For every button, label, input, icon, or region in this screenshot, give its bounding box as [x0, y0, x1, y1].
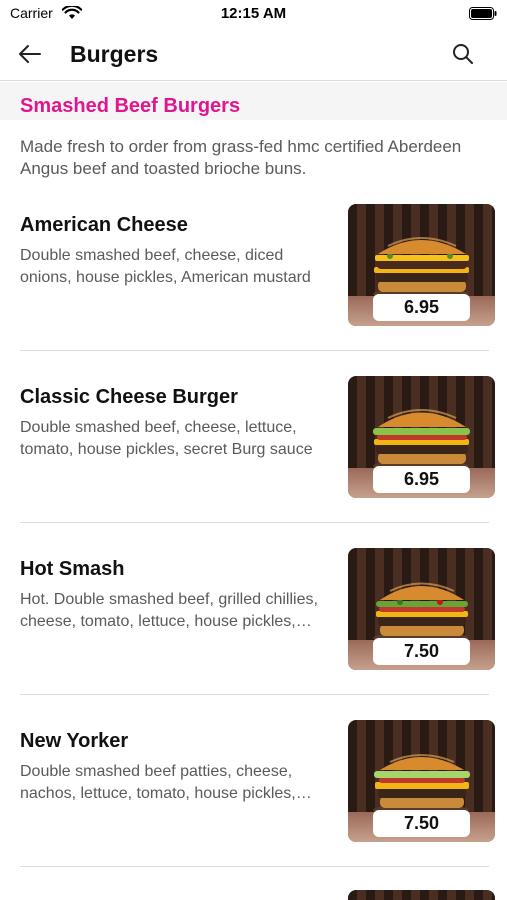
section-title: Smashed Beef Burgers: [20, 95, 241, 117]
price-tag: 6.95: [373, 294, 470, 321]
arrow-left-icon: [19, 45, 41, 63]
item-description: Hot. Double smashed beef, grilled chilli…: [20, 591, 318, 630]
battery-icon: [469, 7, 497, 20]
burger-image-icon: [373, 582, 469, 644]
menu-item[interactable]: Hot Smash Hot. Double smashed beef, gril…: [0, 548, 507, 720]
search-icon: [453, 44, 473, 64]
section-description: Made fresh to order from grass-fed hmc c…: [20, 137, 462, 178]
price-tag: 7.50: [373, 810, 470, 837]
menu-item[interactable]: New Yorker Double smashed beef patties, …: [0, 720, 507, 892]
item-name: American Cheese: [20, 214, 188, 236]
navigation-bar: Burgers: [0, 28, 507, 81]
clock: 12:15 AM: [220, 5, 287, 22]
burger-photo: 7.50: [348, 720, 495, 842]
divider: [20, 694, 489, 695]
item-name: Hot Smash: [20, 558, 125, 580]
burger-photo: 7.50: [348, 548, 495, 670]
item-description: Double smashed beef, cheese, lettuce, to…: [20, 419, 313, 458]
item-description: Double smashed beef patties, cheese, nac…: [20, 763, 296, 802]
price-tag: 7.50: [373, 638, 470, 665]
menu-item[interactable]: American Cheese Double smashed beef, che…: [0, 204, 507, 376]
menu-item[interactable]: Classic Cheese Burger Double smashed bee…: [0, 376, 507, 548]
divider: [20, 522, 489, 523]
divider: [20, 350, 489, 351]
burger-photo: [348, 890, 495, 900]
burger-image-icon: [373, 409, 470, 472]
burger-image-icon: [373, 237, 469, 300]
search-button[interactable]: [449, 40, 477, 68]
burger-photo: 6.95: [348, 204, 495, 326]
status-bar: Carrier 12:15 AM: [0, 0, 507, 28]
item-description: Double smashed beef, cheese, diced onion…: [20, 247, 311, 286]
burger-photo: 6.95: [348, 376, 495, 498]
page-title: Burgers: [70, 41, 159, 67]
item-name: New Yorker: [20, 730, 129, 752]
divider: [20, 866, 489, 867]
item-name: Classic Cheese Burger: [20, 386, 238, 408]
back-button[interactable]: [14, 40, 46, 68]
section-header: Smashed Beef Burgers: [0, 82, 507, 120]
burger-image-icon: [373, 754, 470, 816]
price-tag: 6.95: [373, 466, 470, 493]
